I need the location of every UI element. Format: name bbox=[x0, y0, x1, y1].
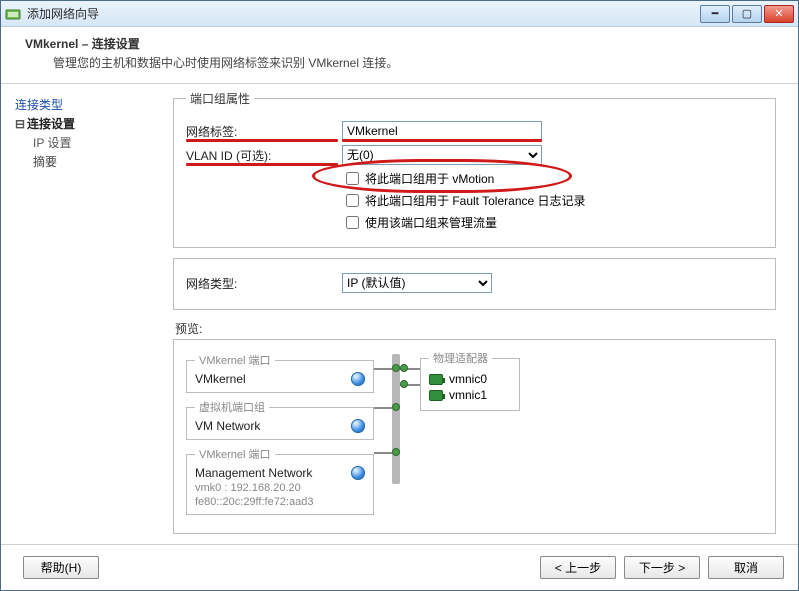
preview-vmkernel-port: VMkernel 端口 VMkernel bbox=[186, 352, 374, 393]
titlebar: 添加网络向导 ━ ▢ ✕ bbox=[1, 1, 798, 27]
preview-label: 预览: bbox=[175, 320, 776, 337]
preview-mgmt-ipv6: fe80::20c:29ff:fe72:aad3 bbox=[195, 496, 365, 508]
physical-adapters-legend: 物理适配器 bbox=[429, 350, 492, 366]
tree-collapse-icon: ⊟ bbox=[15, 117, 25, 131]
next-button[interactable]: 下一步 > bbox=[624, 556, 700, 579]
nic-row: vmnic1 bbox=[429, 388, 509, 402]
checkbox-vmotion-label: 将此端口组用于 vMotion bbox=[365, 170, 494, 187]
preview-vm-name: VM Network bbox=[195, 419, 343, 433]
checkbox-ft-label: 将此端口组用于 Fault Tolerance 日志记录 bbox=[365, 192, 586, 209]
preview-box: VMkernel 端口 VMkernel 虚拟机端口组 VM Network V… bbox=[173, 339, 776, 534]
connector-line bbox=[374, 407, 392, 409]
checkbox-mgmt-label: 使用该端口组来管理流量 bbox=[365, 214, 497, 231]
connector-dot bbox=[392, 403, 400, 411]
nic-row: vmnic0 bbox=[429, 372, 509, 386]
wizard-step-title: VMkernel – 连接设置 bbox=[25, 35, 788, 52]
row-network-type: 网络类型: IP (默认值) bbox=[186, 273, 763, 293]
checkbox-vmotion[interactable] bbox=[346, 172, 359, 185]
preview-mgmt-ip: vmk0 : 192.168.20.20 bbox=[195, 482, 365, 494]
window-buttons: ━ ▢ ✕ bbox=[700, 5, 794, 23]
network-type-group: 网络类型: IP (默认值) bbox=[173, 258, 776, 310]
preview-vmkernel-name: VMkernel bbox=[195, 372, 343, 386]
back-button[interactable]: < 上一步 bbox=[540, 556, 616, 579]
vlan-id-select[interactable]: 无(0) bbox=[342, 145, 542, 165]
close-button[interactable]: ✕ bbox=[764, 5, 794, 23]
checkbox-vmotion-row: 将此端口组用于 vMotion bbox=[342, 169, 763, 188]
network-label-label: 网络标签: bbox=[186, 123, 342, 140]
help-button[interactable]: 帮助(H) bbox=[23, 556, 99, 579]
port-group-legend: 端口组属性 bbox=[186, 90, 254, 107]
sidebar-step-summary[interactable]: 摘要 bbox=[33, 153, 161, 170]
maximize-button[interactable]: ▢ bbox=[732, 5, 762, 23]
wizard-steps-sidebar: 连接类型 ⊟连接设置 IP 设置 摘要 bbox=[1, 84, 167, 537]
sidebar-step-connection-type[interactable]: 连接类型 bbox=[15, 96, 161, 113]
preview-physical-adapters: 物理适配器 vmnic0 vmnic1 bbox=[420, 350, 520, 411]
wizard-header: VMkernel – 连接设置 管理您的主机和数据中心时使用网络标签来识别 VM… bbox=[1, 27, 798, 84]
network-type-label: 网络类型: bbox=[186, 275, 342, 292]
connector-line bbox=[374, 368, 392, 370]
preview-mgmt-port: VMkernel 端口 Management Network vmk0 : 19… bbox=[186, 446, 374, 515]
network-type-select[interactable]: IP (默认值) bbox=[342, 273, 492, 293]
sidebar-step-ip-settings[interactable]: IP 设置 bbox=[33, 134, 161, 151]
cancel-button[interactable]: 取消 bbox=[708, 556, 784, 579]
sidebar-step-connection-settings[interactable]: ⊟连接设置 bbox=[15, 115, 161, 132]
row-vlan-id: VLAN ID (可选): 无(0) bbox=[186, 145, 763, 165]
connector-dot bbox=[400, 364, 408, 372]
vlan-id-label: VLAN ID (可选): bbox=[186, 147, 342, 164]
wizard-window: 添加网络向导 ━ ▢ ✕ VMkernel – 连接设置 管理您的主机和数据中心… bbox=[0, 0, 799, 591]
wizard-body: 连接类型 ⊟连接设置 IP 设置 摘要 端口组属性 网络标签: bbox=[1, 84, 798, 537]
app-icon bbox=[5, 6, 21, 22]
checkbox-mgmt[interactable] bbox=[346, 216, 359, 229]
port-group-properties-group: 端口组属性 网络标签: VLAN ID (可选): 无(0) bbox=[173, 90, 776, 248]
checkbox-ft[interactable] bbox=[346, 194, 359, 207]
portgroup-icon bbox=[351, 372, 365, 386]
window-title: 添加网络向导 bbox=[27, 5, 700, 22]
portgroup-icon bbox=[351, 419, 365, 433]
vswitch-bar bbox=[392, 354, 400, 484]
nic1-label: vmnic1 bbox=[449, 388, 487, 402]
wizard-footer: 帮助(H) < 上一步 下一步 > 取消 bbox=[1, 544, 798, 590]
nic0-label: vmnic0 bbox=[449, 372, 487, 386]
checkbox-ft-row: 将此端口组用于 Fault Tolerance 日志记录 bbox=[342, 191, 763, 210]
network-label-input[interactable] bbox=[342, 121, 542, 141]
connector-dot bbox=[392, 448, 400, 456]
nic-icon bbox=[429, 390, 443, 401]
preview-vm-legend: 虚拟机端口组 bbox=[195, 399, 269, 415]
nic-icon bbox=[429, 374, 443, 385]
minimize-button[interactable]: ━ bbox=[700, 5, 730, 23]
sidebar-step-connection-settings-label: 连接设置 bbox=[27, 117, 75, 131]
connector-dot bbox=[392, 364, 400, 372]
portgroup-icon bbox=[351, 466, 365, 480]
preview-vmkernel-legend: VMkernel 端口 bbox=[195, 352, 275, 368]
row-network-label: 网络标签: bbox=[186, 121, 763, 141]
wizard-step-subtitle: 管理您的主机和数据中心时使用网络标签来识别 VMkernel 连接。 bbox=[25, 54, 788, 71]
connector-dot bbox=[400, 380, 408, 388]
preview-mgmt-name: Management Network bbox=[195, 466, 343, 480]
checkbox-mgmt-row: 使用该端口组来管理流量 bbox=[342, 213, 763, 232]
preview-vm-portgroup: 虚拟机端口组 VM Network bbox=[186, 399, 374, 440]
wizard-main-pane: 端口组属性 网络标签: VLAN ID (可选): 无(0) bbox=[167, 84, 798, 537]
connector-line bbox=[374, 452, 392, 454]
preview-mgmt-legend: VMkernel 端口 bbox=[195, 446, 275, 462]
